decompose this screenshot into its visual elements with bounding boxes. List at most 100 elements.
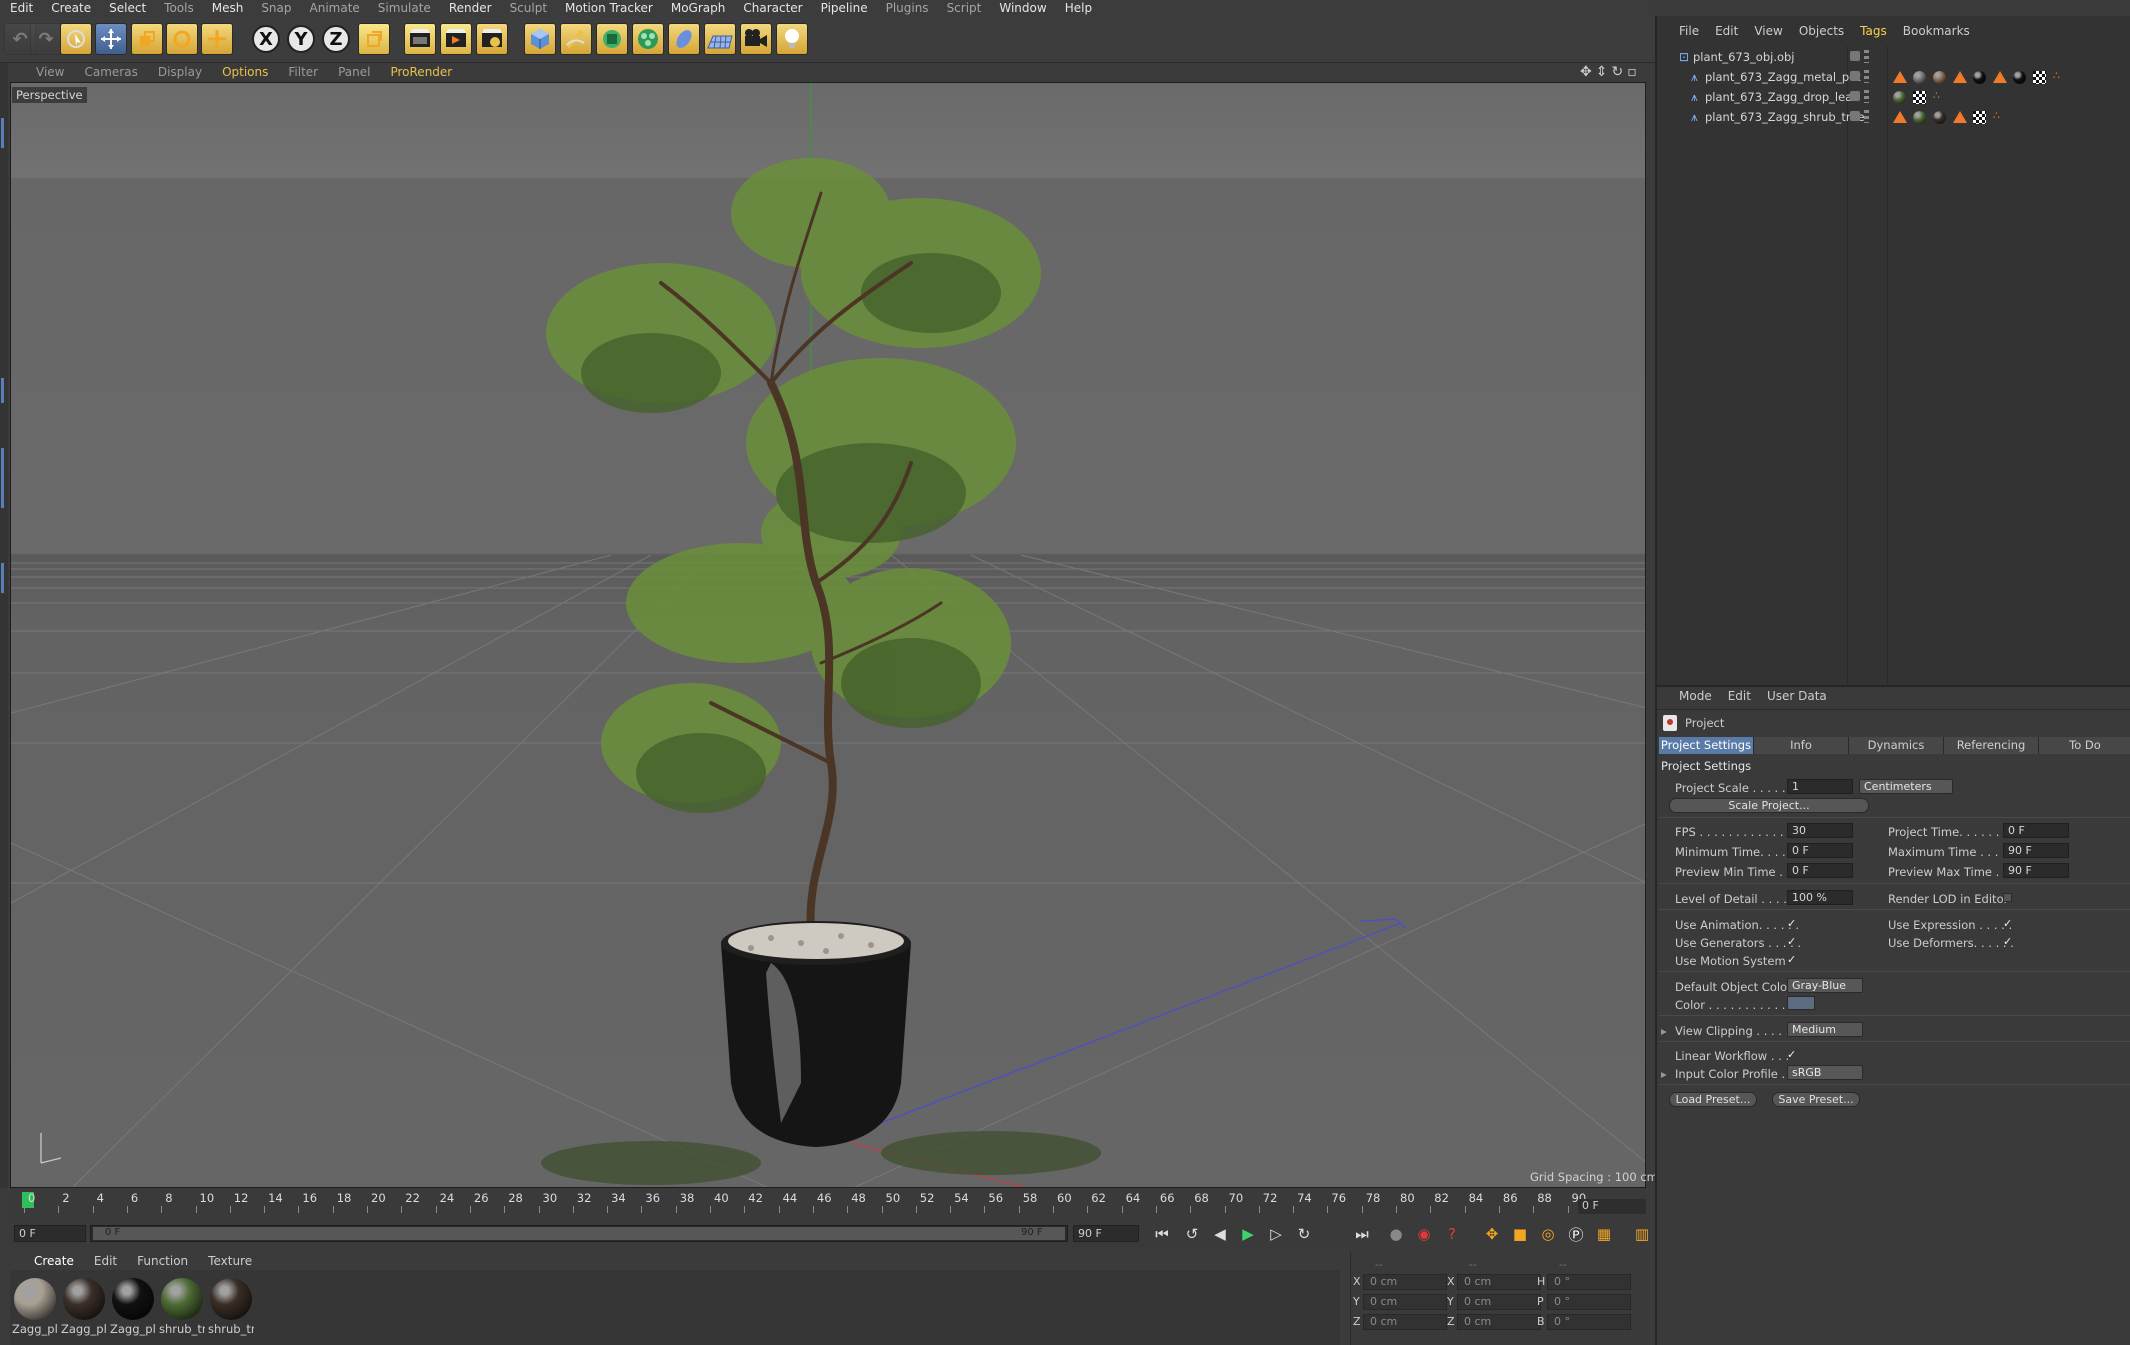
object-row[interactable]: ⩚ plant_673_Zagg_metal_pot ∴ <box>1657 68 2130 87</box>
coord-value-field[interactable]: 0 cm <box>1363 1314 1447 1330</box>
previous-key-icon[interactable]: ↺ <box>1180 1222 1204 1246</box>
coord-value-field[interactable]: 0 ° <box>1547 1314 1631 1330</box>
material-tag-icon[interactable] <box>1913 111 1926 124</box>
render-toggle-icon[interactable] <box>1864 90 1869 103</box>
attr-menu-user-data[interactable]: User Data <box>1767 689 1827 707</box>
texture-tag-icon[interactable] <box>1953 111 1967 123</box>
light-icon[interactable] <box>776 23 808 55</box>
material-tag-icon[interactable] <box>1973 71 1986 84</box>
material-swatch[interactable] <box>161 1278 203 1320</box>
preview-min-field[interactable]: 0 F <box>1787 863 1853 878</box>
menu-tools[interactable]: Tools <box>164 1 194 15</box>
uvw-tag-icon[interactable] <box>1913 91 1926 104</box>
vp-menu-cameras[interactable]: Cameras <box>84 65 137 79</box>
menu-motion-tracker[interactable]: Motion Tracker <box>565 1 653 15</box>
coord-value-field[interactable]: 0 ° <box>1547 1274 1631 1290</box>
default-object-color-dropdown[interactable]: Gray-Blue <box>1787 978 1863 993</box>
rotate-tool-icon[interactable] <box>166 23 198 55</box>
cube-object-icon[interactable] <box>524 23 556 55</box>
menu-render[interactable]: Render <box>449 1 492 15</box>
menu-select[interactable]: Select <box>109 1 146 15</box>
obj-menu-view[interactable]: View <box>1754 24 1782 42</box>
use-deformers-checkbox[interactable]: ✓ <box>2003 936 2014 947</box>
mat-menu-edit[interactable]: Edit <box>94 1254 117 1268</box>
visibility-toggle-icon[interactable] <box>1850 71 1860 81</box>
texture-tag-icon[interactable] <box>1893 111 1907 123</box>
mat-menu-texture[interactable]: Texture <box>208 1254 252 1268</box>
3d-viewport[interactable] <box>10 82 1646 1188</box>
coordinate-system-icon[interactable] <box>358 23 390 55</box>
menu-sculpt[interactable]: Sculpt <box>510 1 547 15</box>
next-frame-icon[interactable]: ▷ <box>1264 1222 1288 1246</box>
generator-icon[interactable] <box>596 23 628 55</box>
project-scale-field[interactable]: 1 <box>1787 779 1853 794</box>
pen-spline-icon[interactable] <box>560 23 592 55</box>
project-scale-unit-dropdown[interactable]: Centimeters <box>1859 779 1953 794</box>
key-parameter-icon[interactable]: Ⓟ <box>1564 1222 1588 1246</box>
menu-create[interactable]: Create <box>51 1 91 15</box>
uvw-tag-icon[interactable] <box>2033 71 2046 84</box>
preview-range-slider[interactable]: 0 F 90 F <box>90 1225 1068 1242</box>
render-toggle-icon[interactable] <box>1864 50 1869 63</box>
vp-menu-prorender[interactable]: ProRender <box>390 65 452 79</box>
texture-tag-icon[interactable] <box>1993 71 2007 83</box>
material-swatch[interactable] <box>210 1278 252 1320</box>
play-icon[interactable]: ▶ <box>1236 1222 1260 1246</box>
key-position-icon[interactable]: ✥ <box>1480 1222 1504 1246</box>
render-toggle-icon[interactable] <box>1864 110 1869 123</box>
vp-menu-display[interactable]: Display <box>158 65 202 79</box>
linear-workflow-checkbox[interactable]: ✓ <box>1787 1049 1798 1060</box>
visibility-toggle-icon[interactable] <box>1850 91 1860 101</box>
render-settings-icon[interactable] <box>476 23 508 55</box>
tab-dynamics[interactable]: Dynamics <box>1849 737 1944 754</box>
menu-plugins[interactable]: Plugins <box>886 1 929 15</box>
render-view-icon[interactable] <box>404 23 436 55</box>
record-keys-icon[interactable]: ● <box>1384 1222 1408 1246</box>
timeline-layout-icon[interactable]: ▥ <box>1630 1222 1654 1246</box>
start-frame-field[interactable]: 0 F <box>14 1225 86 1242</box>
texture-tag-icon[interactable] <box>1893 71 1907 83</box>
tab-referencing[interactable]: Referencing <box>1944 737 2039 754</box>
vp-menu-filter[interactable]: Filter <box>288 65 318 79</box>
obj-menu-bookmarks[interactable]: Bookmarks <box>1903 24 1970 42</box>
menu-script[interactable]: Script <box>947 1 982 15</box>
rotate-view-icon[interactable]: ↻ <box>1611 64 1623 80</box>
lod-field[interactable]: 100 % <box>1787 890 1853 905</box>
key-rotation-icon[interactable]: ◎ <box>1536 1222 1560 1246</box>
scale-tool-icon[interactable] <box>131 23 163 55</box>
next-key-icon[interactable]: ↻ <box>1292 1222 1316 1246</box>
camera-icon[interactable] <box>740 23 772 55</box>
visibility-toggle-icon[interactable] <box>1850 111 1860 121</box>
tab-info[interactable]: Info <box>1754 737 1849 754</box>
mat-menu-function[interactable]: Function <box>137 1254 188 1268</box>
fps-field[interactable]: 30 <box>1787 823 1853 838</box>
keyframe-selection-icon[interactable]: ? <box>1440 1222 1464 1246</box>
tab-project-settings[interactable]: Project Settings <box>1659 737 1754 754</box>
go-to-start-icon[interactable]: ⏮ <box>1150 1222 1174 1246</box>
color-swatch[interactable] <box>1787 996 1815 1010</box>
max-time-field[interactable]: 90 F <box>2003 843 2069 858</box>
coord-value-field[interactable]: 0 cm <box>1457 1314 1541 1330</box>
object-row[interactable]: ⩚ plant_673_Zagg_shrub_tree ∴ <box>1657 108 2130 127</box>
render-picture-viewer-icon[interactable] <box>440 23 472 55</box>
obj-menu-tags[interactable]: Tags <box>1860 24 1887 42</box>
menu-simulate[interactable]: Simulate <box>378 1 431 15</box>
x-axis-lock-icon[interactable]: X <box>252 25 280 53</box>
view-clipping-expand-icon[interactable]: ▸ <box>1661 1024 1667 1038</box>
menu-mesh[interactable]: Mesh <box>212 1 244 15</box>
use-motion-system-checkbox[interactable]: ✓ <box>1787 954 1798 965</box>
menu-edit[interactable]: Edit <box>10 1 33 15</box>
texture-tag-icon[interactable] <box>1953 71 1967 83</box>
material-tag-icon[interactable] <box>1933 111 1946 124</box>
uvw-tag-icon[interactable] <box>1973 111 1986 124</box>
mat-menu-create[interactable]: Create <box>34 1254 74 1268</box>
object-row[interactable]: ⩚ plant_673_Zagg_drop_leaf ∴ <box>1657 88 2130 107</box>
vp-menu-panel[interactable]: Panel <box>338 65 370 79</box>
tab-to-do[interactable]: To Do <box>2039 737 2130 754</box>
menu-character[interactable]: Character <box>743 1 802 15</box>
material-swatch[interactable] <box>63 1278 105 1320</box>
menu-help[interactable]: Help <box>1065 1 1092 15</box>
mograph-cloner-icon[interactable] <box>632 23 664 55</box>
obj-menu-edit[interactable]: Edit <box>1715 24 1738 42</box>
material-tag-icon[interactable] <box>1913 71 1926 84</box>
